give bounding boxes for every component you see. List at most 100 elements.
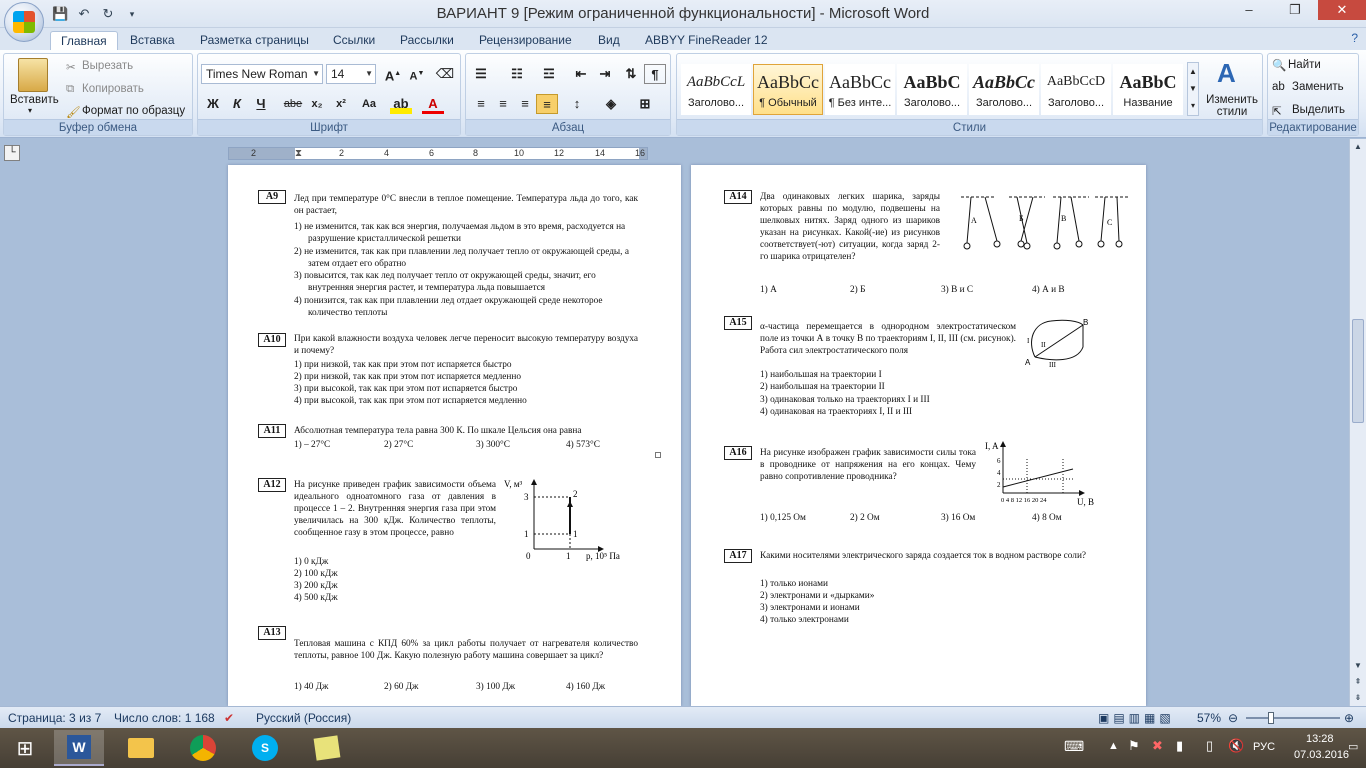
- language-status[interactable]: Русский (Россия): [256, 711, 351, 725]
- next-page-icon[interactable]: ⇟: [1350, 690, 1366, 706]
- font-name-select[interactable]: Times New Roman ▼: [201, 64, 323, 84]
- superscript-button[interactable]: x²: [330, 94, 352, 114]
- find-button[interactable]: Найти: [1288, 59, 1321, 71]
- underline-button[interactable]: Ч: [250, 94, 272, 114]
- italic-button[interactable]: К: [226, 94, 248, 114]
- increase-indent-icon[interactable]: ⇥: [594, 64, 616, 84]
- scroll-thumb[interactable]: [1352, 319, 1364, 423]
- format-painter-button[interactable]: Формат по образцу: [82, 105, 185, 117]
- cut-button[interactable]: Вырезать: [82, 60, 133, 72]
- resize-handle[interactable]: [655, 452, 661, 458]
- clock-time[interactable]: 13:28: [1306, 733, 1334, 745]
- shading-icon[interactable]: ◈: [600, 94, 622, 114]
- battery-icon[interactable]: ▯: [1206, 738, 1213, 754]
- input-language[interactable]: РУС: [1253, 741, 1275, 753]
- style-heading-4[interactable]: AaBbCcD Заголово...: [1041, 64, 1111, 115]
- bullets-icon[interactable]: ☰: [470, 64, 492, 84]
- font-size-select[interactable]: 14 ▼: [326, 64, 376, 84]
- show-marks-icon[interactable]: ¶: [644, 64, 666, 84]
- tab-review[interactable]: Рецензирование: [479, 31, 572, 50]
- bold-button[interactable]: Ж: [202, 94, 224, 114]
- borders-icon[interactable]: ⊞: [634, 94, 656, 114]
- help-icon[interactable]: ?: [1351, 31, 1358, 45]
- style-heading-2[interactable]: AaBbC Заголово...: [897, 64, 967, 115]
- horizontal-ruler[interactable]: 2 ⧗ 2 4 6 8 10 12 14 16: [228, 147, 648, 160]
- document-page-right[interactable]: A14 Два одинаковых легких шарика, заряды…: [691, 165, 1146, 706]
- zoom-slider-thumb[interactable]: [1268, 712, 1274, 724]
- restore-icon[interactable]: ❐: [1272, 0, 1318, 20]
- shrink-font-icon[interactable]: A▼: [406, 64, 428, 84]
- taskbar-skype[interactable]: S: [240, 730, 290, 766]
- zoom-in-icon[interactable]: ⊕: [1344, 711, 1354, 725]
- minimize-icon[interactable]: –: [1226, 0, 1272, 20]
- line-spacing-icon[interactable]: ↕: [566, 94, 588, 114]
- styles-group: AaBbCcL Заголово... AaBbCc ¶ Обычный AaBbC…: [676, 53, 1263, 136]
- zoom-out-icon[interactable]: ⊖: [1228, 711, 1238, 725]
- tab-page-layout[interactable]: Разметка страницы: [200, 31, 309, 50]
- taskbar-chrome[interactable]: [178, 730, 228, 766]
- tab-abbyy[interactable]: ABBYY FineReader 12: [645, 31, 768, 50]
- clear-format-icon[interactable]: ⌫: [434, 64, 456, 84]
- indent-marker-icon[interactable]: ⧗: [295, 148, 302, 159]
- flag-icon[interactable]: ⚑: [1128, 738, 1140, 754]
- numbering-icon[interactable]: ☷: [506, 64, 528, 84]
- sort-icon[interactable]: ⇅: [620, 64, 642, 84]
- zoom-slider[interactable]: [1246, 717, 1340, 719]
- align-left-icon[interactable]: ≡: [470, 94, 492, 114]
- clock-date[interactable]: 07.03.2016: [1294, 749, 1349, 761]
- ruler-number: 6: [429, 148, 435, 158]
- tab-selector[interactable]: └: [4, 145, 20, 161]
- replace-button[interactable]: Заменить: [1292, 81, 1344, 93]
- vertical-scrollbar[interactable]: ▲ ▼ ⇞ ⇟: [1349, 139, 1366, 706]
- volume-icon[interactable]: 🔇: [1228, 738, 1244, 754]
- close-icon[interactable]: ✕: [1318, 0, 1366, 20]
- change-styles-button[interactable]: Изменить стили: [1205, 94, 1259, 118]
- tab-references[interactable]: Ссылки: [333, 31, 375, 50]
- tab-insert[interactable]: Вставка: [130, 31, 175, 50]
- office-button[interactable]: [4, 2, 44, 42]
- align-center-icon[interactable]: ≡: [492, 94, 514, 114]
- start-button[interactable]: ⊞: [0, 730, 50, 766]
- page-count[interactable]: Страница: 3 из 7: [8, 711, 101, 725]
- strikethrough-button[interactable]: abe: [282, 94, 304, 114]
- select-button[interactable]: Выделить: [1292, 104, 1345, 116]
- font-color-icon[interactable]: A: [422, 94, 444, 114]
- proofing-icon[interactable]: ✔: [224, 711, 234, 725]
- decrease-indent-icon[interactable]: ⇤: [570, 64, 592, 84]
- view-buttons[interactable]: ▣▤▥▦▧: [1098, 711, 1175, 725]
- multilevel-list-icon[interactable]: ☲: [538, 64, 560, 84]
- copy-button[interactable]: Копировать: [82, 83, 144, 95]
- style-normal[interactable]: AaBbCc ¶ Обычный: [753, 64, 823, 115]
- tab-view[interactable]: Вид: [598, 31, 620, 50]
- style-title[interactable]: AaBbC Название: [1113, 64, 1183, 115]
- change-case-button[interactable]: Aa: [356, 94, 382, 114]
- taskbar-sticky-notes[interactable]: [302, 730, 352, 766]
- tab-mailings[interactable]: Рассылки: [400, 31, 454, 50]
- network-icon[interactable]: ✖: [1152, 738, 1163, 754]
- notifications-icon[interactable]: ▭: [1348, 740, 1358, 753]
- signal-icon[interactable]: ▮: [1176, 738, 1183, 754]
- scroll-down-icon[interactable]: ▼: [1350, 658, 1366, 674]
- keyboard-icon[interactable]: ⌨: [1064, 738, 1084, 755]
- tray-expand-icon[interactable]: ▲: [1108, 740, 1119, 752]
- zoom-level[interactable]: 57%: [1197, 711, 1221, 725]
- document-page-left[interactable]: A9 Лед при температуре 0°С внесли в тепл…: [228, 165, 681, 706]
- subscript-button[interactable]: x₂: [306, 94, 328, 114]
- style-heading-3[interactable]: AaBbCc Заголово...: [969, 64, 1039, 115]
- highlight-icon[interactable]: ab: [390, 94, 412, 114]
- tab-home[interactable]: Главная: [50, 31, 118, 50]
- change-styles-icon[interactable]: A: [1217, 58, 1236, 89]
- styles-scroll[interactable]: ▲ ▼ ▾: [1187, 62, 1199, 116]
- taskbar-word[interactable]: W: [54, 730, 104, 766]
- style-no-spacing[interactable]: AaBbCc ¶ Без инте...: [825, 64, 895, 115]
- grow-font-icon[interactable]: A▲: [382, 64, 404, 84]
- align-right-icon[interactable]: ≡: [514, 94, 536, 114]
- justify-icon[interactable]: ≡: [536, 94, 558, 114]
- style-heading-1[interactable]: AaBbCcL Заголово...: [681, 64, 751, 115]
- paste-icon[interactable]: [18, 58, 48, 92]
- prev-page-icon[interactable]: ⇞: [1350, 674, 1366, 690]
- taskbar-explorer[interactable]: [116, 730, 166, 766]
- paste-button[interactable]: Вставить: [10, 94, 59, 106]
- word-count[interactable]: Число слов: 1 168: [114, 711, 215, 725]
- scroll-up-icon[interactable]: ▲: [1350, 139, 1366, 155]
